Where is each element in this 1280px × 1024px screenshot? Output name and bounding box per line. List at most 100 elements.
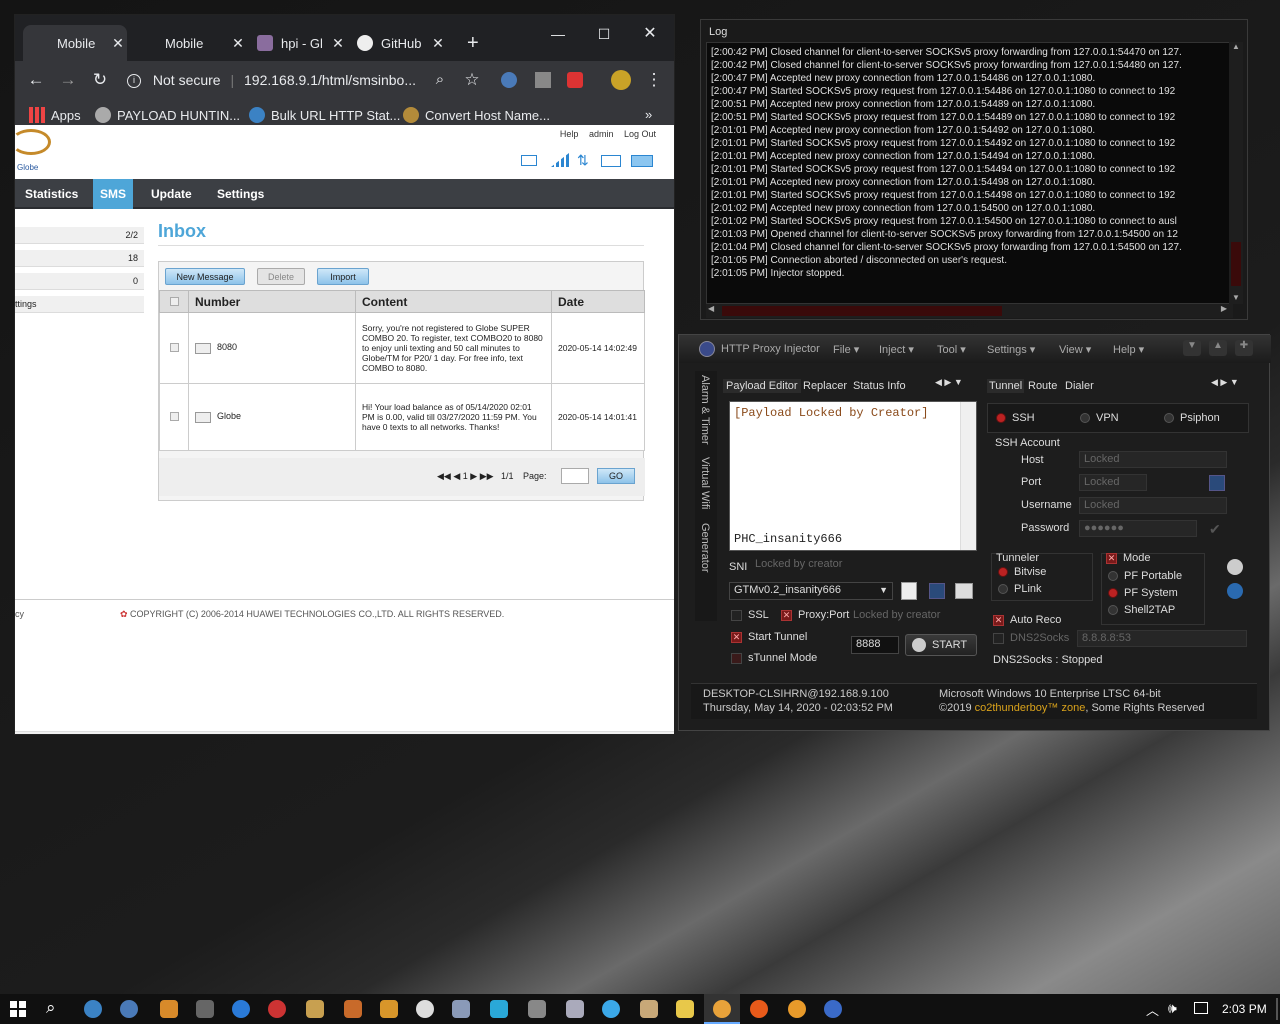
tab-virtual-wifi[interactable]: Virtual Wifi [699, 457, 711, 509]
app-icon[interactable] [344, 1000, 362, 1018]
radio-pf-system[interactable]: PF System [1108, 587, 1178, 599]
back-icon[interactable]: ← [25, 69, 47, 91]
delete-button[interactable]: Delete [257, 268, 305, 285]
stunnel-checkbox[interactable]: sTunnel Mode [731, 652, 817, 664]
settings-icon[interactable] [955, 583, 973, 599]
bookmark-convert-host[interactable]: Convert Host Name... [403, 107, 550, 123]
close-icon[interactable]: ✕ [109, 35, 127, 52]
close-button[interactable]: ✚ [1235, 340, 1253, 356]
cube-icon[interactable] [452, 1000, 470, 1018]
row-checkbox[interactable] [169, 342, 179, 352]
tab-dialer[interactable]: Dialer [1065, 380, 1094, 392]
menu-file[interactable]: File ▾ [833, 343, 859, 356]
import-button[interactable]: Import [317, 268, 369, 285]
dns-input[interactable]: 8.8.8.8:53 [1077, 630, 1247, 647]
minimize-button[interactable]: ▼ [1183, 340, 1201, 356]
auto-reco-checkbox[interactable]: ✕ Auto Reco [993, 614, 1061, 626]
app-icon[interactable] [640, 1000, 658, 1018]
app-icon[interactable] [490, 1000, 508, 1018]
save-icon[interactable] [929, 583, 945, 599]
app-icon[interactable] [528, 1000, 546, 1018]
select-all-checkbox[interactable] [169, 296, 179, 306]
check-icon[interactable]: ✔ [1209, 521, 1221, 538]
start-tunnel-checkbox[interactable]: ✕ Start Tunnel [731, 631, 807, 643]
proxy-port-checkbox[interactable]: ✕ Proxy:Port [781, 609, 849, 621]
app-icon[interactable] [750, 1000, 768, 1018]
ssl-checkbox[interactable]: SSL [731, 609, 769, 621]
radio-pf-portable[interactable]: PF Portable [1108, 570, 1182, 582]
radio-shell2tap[interactable]: Shell2TAP [1108, 604, 1175, 616]
sni-input[interactable]: Locked by creator [751, 557, 977, 574]
network-icon[interactable] [1194, 1002, 1208, 1014]
sidebar-item-drafts-count[interactable]: 0 [15, 273, 144, 290]
maximize-button[interactable]: ☐ [581, 19, 627, 49]
pager-nav[interactable]: ◀◀ ◀ 1 ▶ ▶▶ [437, 471, 494, 482]
start-button[interactable]: START [905, 634, 977, 656]
tab-github[interactable]: GitHub ✕ [347, 25, 447, 61]
app-icon[interactable] [306, 1000, 324, 1018]
ssh-port-input[interactable]: Locked [1079, 474, 1147, 491]
show-desktop[interactable] [1276, 998, 1278, 1020]
host-input[interactable]: Locked [1079, 451, 1227, 468]
app-icon[interactable] [602, 1000, 620, 1018]
go-button[interactable]: GO [597, 468, 635, 484]
sidebar-item-inbox-count[interactable]: 2/2 [15, 227, 144, 244]
chevron-up-icon[interactable]: ︿ [1146, 1000, 1159, 1019]
dns2socks-checkbox[interactable]: DNS2Socks [993, 632, 1069, 644]
search-icon[interactable]: ⌕ [46, 998, 56, 1018]
row-checkbox[interactable] [169, 411, 179, 421]
config-select[interactable]: GTMv0.2_insanity666 ▼ [729, 582, 893, 600]
table-row[interactable]: 8080 Sorry, you're not registered to Glo… [159, 312, 645, 384]
menu-tool[interactable]: Tool ▾ [937, 343, 966, 356]
folder-icon[interactable] [676, 1000, 694, 1018]
tab-payload-editor[interactable]: Payload Editor [723, 379, 801, 393]
radio-bitvise[interactable]: Bitvise [998, 566, 1046, 578]
bookmark-payload[interactable]: PAYLOAD HUNTIN... [95, 107, 240, 123]
app-icon[interactable] [160, 1000, 178, 1018]
app-icon[interactable] [566, 1000, 584, 1018]
tab-alarm-timer[interactable]: Alarm & Timer [699, 375, 711, 445]
app-icon[interactable] [196, 1000, 214, 1018]
nav-statistics[interactable]: Statistics [17, 179, 86, 209]
page-input[interactable] [561, 468, 589, 484]
app-icon[interactable] [84, 1000, 102, 1018]
refresh-icon[interactable] [1227, 583, 1243, 599]
port-input[interactable]: 8888 [851, 636, 899, 654]
radio-plink[interactable]: PLink [998, 583, 1042, 595]
tab-mobile-2[interactable]: Mobile ✕ [155, 25, 247, 61]
taskbar-chrome-active[interactable] [704, 994, 740, 1024]
menu-icon[interactable]: ⋮ [643, 69, 665, 91]
radio-psiphon[interactable]: Psiphon [1164, 412, 1220, 424]
extension-icon[interactable] [501, 72, 517, 88]
nav-settings[interactable]: Settings [209, 179, 272, 209]
username-input[interactable]: Locked [1079, 497, 1227, 514]
app-icon[interactable] [268, 1000, 286, 1018]
payload-editor[interactable]: [Payload Locked by Creator] PHC_insanity… [729, 401, 977, 551]
omnibox[interactable]: i Not secure | 192.168.9.1/html/smsinbo.… [127, 65, 443, 95]
save-icon[interactable] [1209, 475, 1225, 491]
zoom-icon[interactable]: ⌕ [429, 69, 451, 91]
table-row[interactable]: Globe Hi! Your load balance as of 05/14/… [159, 383, 645, 451]
info-icon[interactable]: i [127, 74, 141, 89]
horizontal-scrollbar[interactable]: ◀ ▶ [706, 304, 1233, 318]
tab-hpi[interactable]: hpi - Gl ✕ [247, 25, 347, 61]
nav-update[interactable]: Update [143, 179, 200, 209]
help-link[interactable]: Help [560, 129, 579, 139]
tab-tunnel[interactable]: Tunnel [987, 379, 1025, 393]
star-icon[interactable]: ☆ [461, 69, 483, 91]
mode-checkbox[interactable]: ✕ Mode [1106, 552, 1151, 564]
new-tab-button[interactable]: + [457, 25, 487, 61]
volume-icon[interactable]: 🕪 [1168, 1000, 1177, 1017]
firefox-icon[interactable] [788, 1000, 806, 1018]
mail-icon[interactable] [521, 155, 537, 166]
radio-ssh[interactable]: SSH [996, 412, 1035, 424]
extension-icon[interactable] [535, 72, 551, 88]
bookmarks-more[interactable]: » [645, 107, 652, 122]
close-icon[interactable]: ✕ [429, 35, 447, 52]
tab-replacer[interactable]: Replacer [803, 380, 847, 392]
tab-route[interactable]: Route [1028, 380, 1057, 392]
menu-settings[interactable]: Settings ▾ [987, 343, 1035, 356]
forward-icon[interactable]: → [57, 69, 79, 91]
bookmark-bulk-url[interactable]: Bulk URL HTTP Stat... [249, 107, 400, 123]
close-icon[interactable]: ✕ [329, 35, 347, 52]
